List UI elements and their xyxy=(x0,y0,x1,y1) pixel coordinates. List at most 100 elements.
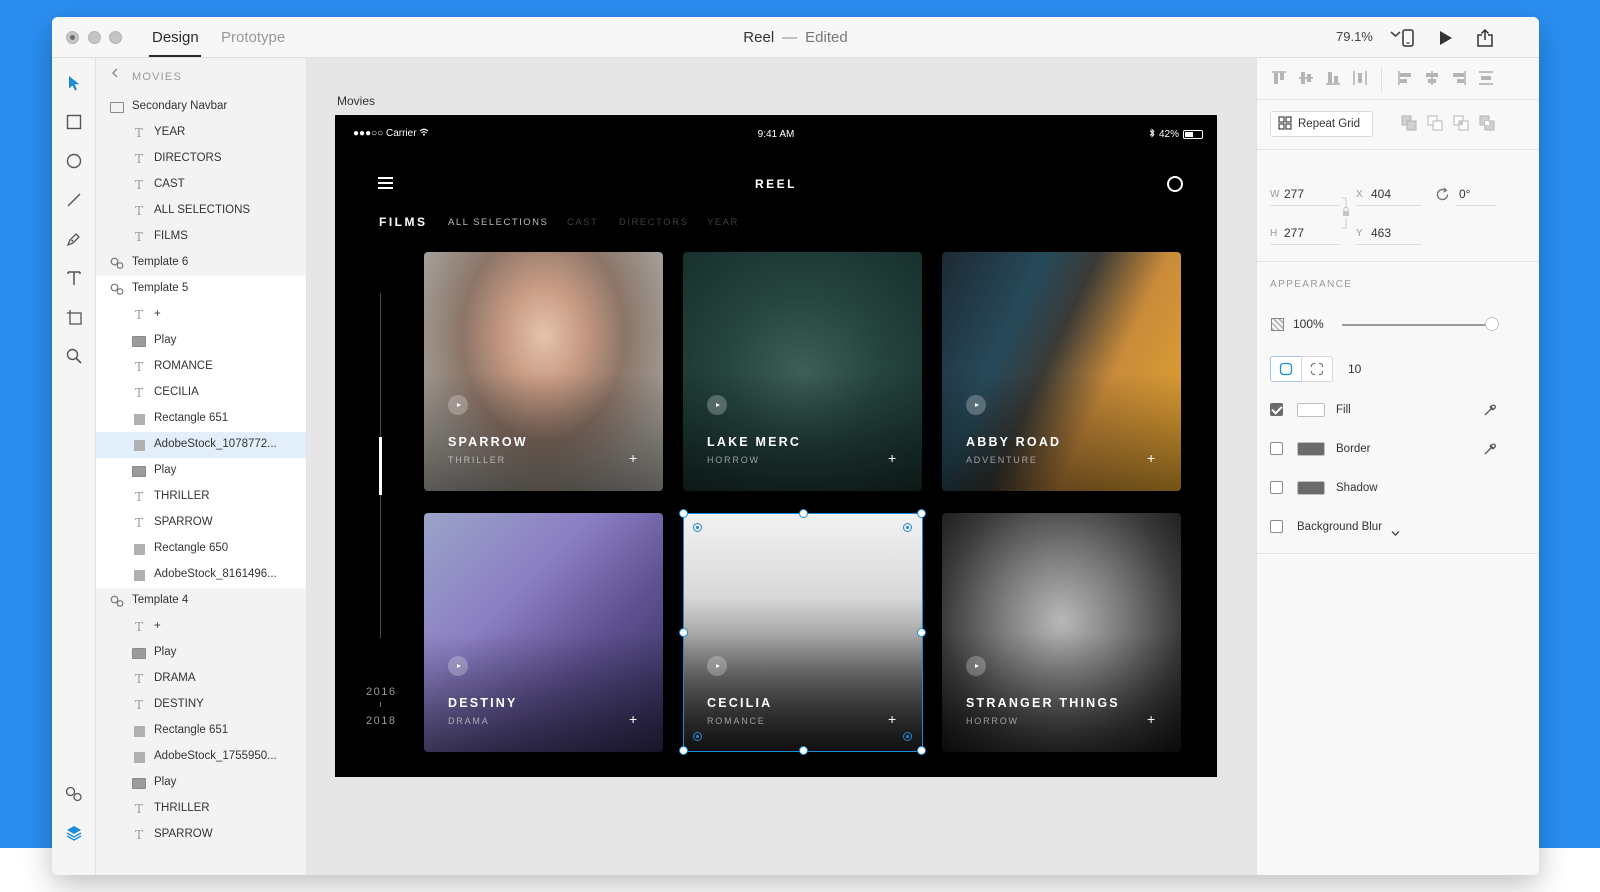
layer-row[interactable]: T CAST xyxy=(96,172,306,198)
play-icon[interactable] xyxy=(707,395,727,415)
layer-row[interactable]: T ALL SELECTIONS xyxy=(96,198,306,224)
lock-aspect-icon[interactable] xyxy=(1341,195,1349,236)
layer-row[interactable]: Template 4 xyxy=(96,588,306,614)
layer-row[interactable]: AdobeStock_8161496... xyxy=(96,562,306,588)
border-checkbox[interactable] xyxy=(1270,442,1283,455)
layer-row[interactable]: T FILMS xyxy=(96,224,306,250)
layer-row[interactable]: T SPARROW xyxy=(96,822,306,848)
layer-row[interactable]: T THRILLER xyxy=(96,796,306,822)
layer-row[interactable]: Play xyxy=(96,640,306,666)
layer-row[interactable]: Rectangle 650 xyxy=(96,536,306,562)
timeline-thumb[interactable] xyxy=(379,437,382,495)
layer-row[interactable]: Template 6 xyxy=(96,250,306,276)
add-plus-icon[interactable]: + xyxy=(888,450,896,466)
layer-row[interactable]: T CECILIA xyxy=(96,380,306,406)
align-bottom-icon[interactable] xyxy=(1325,70,1341,86)
resize-handle-bottom-left[interactable] xyxy=(679,746,688,755)
resize-handle-bottom[interactable] xyxy=(799,746,808,755)
align-top-icon[interactable] xyxy=(1271,70,1287,86)
film-card[interactable]: STRANGER THINGS HORROW + xyxy=(942,513,1181,752)
background-blur-checkbox[interactable] xyxy=(1270,520,1283,533)
device-preview-icon[interactable] xyxy=(1397,27,1419,49)
rotation-field[interactable]: 0° xyxy=(1459,187,1470,201)
layer-row[interactable]: Play xyxy=(96,458,306,484)
layer-row[interactable]: T YEAR xyxy=(96,120,306,146)
nav-cast[interactable]: CAST xyxy=(567,217,598,228)
symbols-icon[interactable] xyxy=(63,783,85,805)
distribute-horizontal-icon[interactable] xyxy=(1478,70,1494,86)
play-icon[interactable] xyxy=(966,395,986,415)
width-field[interactable]: 277 xyxy=(1284,187,1304,201)
artboard-movies[interactable]: ●●●○○ Carrier 9:41 AM 42% REEL FILMS ALL… xyxy=(335,115,1217,777)
play-icon[interactable] xyxy=(448,656,468,676)
film-card[interactable]: ABBY ROAD ADVENTURE + xyxy=(942,252,1181,491)
align-middle-icon[interactable] xyxy=(1298,70,1314,86)
play-icon[interactable] xyxy=(448,395,468,415)
layer-row[interactable]: Play xyxy=(96,770,306,796)
layer-row[interactable]: AdobeStock_1755950... xyxy=(96,744,306,770)
opacity-field[interactable]: 100% xyxy=(1293,317,1324,331)
resize-handle-top[interactable] xyxy=(799,509,808,518)
layer-row[interactable]: T DIRECTORS xyxy=(96,146,306,172)
resize-handle-right[interactable] xyxy=(917,628,926,637)
line-icon[interactable] xyxy=(63,189,85,211)
film-card[interactable]: SPARROW THRILLER + xyxy=(424,252,663,491)
background-blur-label[interactable]: Background Blur xyxy=(1297,521,1382,533)
play-icon[interactable] xyxy=(966,656,986,676)
select-arrow-icon[interactable] xyxy=(63,72,85,94)
fill-checkbox[interactable] xyxy=(1270,403,1283,416)
ellipse-icon[interactable] xyxy=(63,150,85,172)
layer-row[interactable]: Secondary Navbar xyxy=(96,94,306,120)
corner-radius-handle-top-left[interactable] xyxy=(693,523,702,532)
border-swatch[interactable] xyxy=(1297,442,1325,456)
nav-films[interactable]: FILMS xyxy=(379,215,428,229)
corner-radius-handle-bottom-right[interactable] xyxy=(903,732,912,741)
distribute-vertical-icon[interactable] xyxy=(1352,70,1368,86)
x-field[interactable]: 404 xyxy=(1371,187,1391,201)
resize-handle-top-right[interactable] xyxy=(917,509,926,518)
layer-row[interactable]: Rectangle 651 xyxy=(96,406,306,432)
artboard-label[interactable]: Movies xyxy=(337,94,375,108)
rectangle-icon[interactable] xyxy=(63,111,85,133)
add-plus-icon[interactable]: + xyxy=(1147,711,1155,727)
align-right-icon[interactable] xyxy=(1451,70,1467,86)
nav-directors[interactable]: DIRECTORS xyxy=(619,217,688,228)
pen-icon[interactable] xyxy=(63,228,85,250)
layer-row[interactable]: T ROMANCE xyxy=(96,354,306,380)
height-field[interactable]: 277 xyxy=(1284,226,1304,240)
boolean-add-icon[interactable] xyxy=(1401,115,1417,131)
align-center-icon[interactable] xyxy=(1424,70,1440,86)
back-chevron-icon[interactable] xyxy=(111,68,119,81)
nav-year[interactable]: YEAR xyxy=(707,217,739,228)
layer-row[interactable]: Rectangle 651 xyxy=(96,718,306,744)
boolean-subtract-icon[interactable] xyxy=(1427,115,1443,131)
film-card[interactable]: LAKE MERC HORROW + xyxy=(683,252,922,491)
uniform-radius-button[interactable] xyxy=(1270,356,1302,382)
selection-box[interactable] xyxy=(679,509,926,755)
corner-radius-handle-bottom-left[interactable] xyxy=(693,732,702,741)
add-plus-icon[interactable]: + xyxy=(1147,450,1155,466)
boolean-exclude-icon[interactable] xyxy=(1479,115,1495,131)
opacity-slider-knob[interactable] xyxy=(1485,317,1499,331)
border-eyedropper-icon[interactable] xyxy=(1483,442,1497,456)
resize-handle-left[interactable] xyxy=(679,628,688,637)
align-left-icon[interactable] xyxy=(1397,70,1413,86)
layer-row[interactable]: T + xyxy=(96,614,306,640)
play-preview-icon[interactable] xyxy=(1435,27,1457,49)
resize-handle-bottom-right[interactable] xyxy=(917,746,926,755)
opacity-slider-track[interactable] xyxy=(1342,324,1492,326)
zoom-icon[interactable] xyxy=(63,345,85,367)
artboard-icon[interactable] xyxy=(63,306,85,328)
layer-row[interactable]: AdobeStock_1078772... xyxy=(96,432,306,458)
film-card[interactable]: DESTINY DRAMA + xyxy=(424,513,663,752)
zoom-level[interactable]: 79.1% xyxy=(1336,29,1373,44)
background-blur-chevron-icon[interactable] xyxy=(1391,524,1400,542)
boolean-intersect-icon[interactable] xyxy=(1453,115,1469,131)
shadow-swatch[interactable] xyxy=(1297,481,1325,495)
layer-row[interactable]: T + xyxy=(96,302,306,328)
layer-row[interactable]: Play xyxy=(96,328,306,354)
fill-swatch[interactable] xyxy=(1297,403,1325,417)
per-corner-radius-button[interactable] xyxy=(1301,356,1333,382)
layers-icon[interactable] xyxy=(63,822,85,844)
canvas[interactable]: Movies ●●●○○ Carrier 9:41 AM 42% REEL FI… xyxy=(307,58,1256,875)
